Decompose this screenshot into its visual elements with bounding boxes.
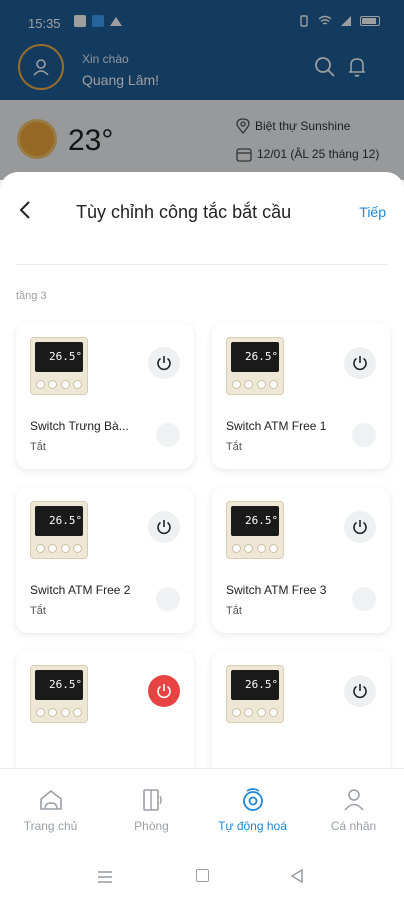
switch-thumbnail-icon: 26.5°	[30, 665, 88, 723]
device-card[interactable]: 26.5°	[16, 651, 194, 768]
power-button[interactable]	[148, 675, 180, 707]
bridge-switch-sheet: Tùy chỉnh công tắc bắt cầu Tiếp tầng 3 2…	[0, 172, 404, 768]
power-button[interactable]	[148, 347, 180, 379]
thumbnail-screen: 26.5°	[231, 342, 279, 372]
nav-home[interactable]: Trang chủ	[0, 769, 101, 852]
power-button[interactable]	[344, 347, 376, 379]
device-card[interactable]: 26.5°	[212, 651, 390, 768]
device-card[interactable]: 26.5° Switch ATM Free 1 Tắt	[212, 323, 390, 469]
device-state: Tắt	[30, 441, 46, 453]
modal-overlay[interactable]	[0, 0, 404, 180]
nav-automation[interactable]: Tự động hoá	[202, 769, 303, 852]
switch-thumbnail-icon: 26.5°	[30, 337, 88, 395]
header-divider	[16, 264, 388, 265]
back-arrow-icon[interactable]	[14, 198, 38, 222]
device-card[interactable]: 26.5° Switch Trưng Bà... Tắt	[16, 323, 194, 469]
sheet-title: Tùy chỉnh công tắc bắt cầu	[76, 202, 292, 222]
select-radio[interactable]	[352, 587, 376, 611]
next-button[interactable]: Tiếp	[359, 204, 386, 220]
power-icon	[353, 356, 367, 371]
home-square-icon[interactable]	[196, 869, 209, 882]
nav-rooms-label: Phòng	[134, 819, 169, 833]
thumbnail-screen: 26.5°	[231, 506, 279, 536]
power-icon	[157, 520, 171, 535]
door-icon	[142, 789, 162, 811]
switch-thumbnail-icon: 26.5°	[30, 501, 88, 559]
device-name: Switch Trưng Bà...	[30, 419, 129, 433]
power-icon	[353, 520, 367, 535]
select-radio[interactable]	[352, 423, 376, 447]
switch-thumbnail-icon: 26.5°	[226, 501, 284, 559]
power-button[interactable]	[344, 675, 376, 707]
device-card[interactable]: 26.5° Switch ATM Free 2 Tắt	[16, 487, 194, 633]
nav-profile-label: Cá nhân	[330, 819, 377, 833]
nav-home-label: Trang chủ	[23, 819, 78, 833]
thumbnail-screen: 26.5°	[35, 670, 83, 700]
power-button[interactable]	[344, 511, 376, 543]
device-card[interactable]: 26.5° Switch ATM Free 3 Tắt	[212, 487, 390, 633]
nav-automation-label: Tự động hoá	[218, 819, 287, 833]
nav-rooms[interactable]: Phòng	[101, 769, 202, 852]
device-state: Tắt	[226, 605, 242, 617]
switch-thumbnail-icon: 26.5°	[226, 665, 284, 723]
home-icon	[39, 789, 62, 810]
power-button[interactable]	[148, 511, 180, 543]
thumbnail-screen: 26.5°	[231, 670, 279, 700]
thumbnail-screen: 26.5°	[35, 342, 83, 372]
device-name: Switch ATM Free 3	[226, 583, 327, 597]
device-state: Tắt	[226, 441, 242, 453]
power-icon	[157, 356, 171, 371]
select-radio[interactable]	[156, 587, 180, 611]
device-name: Switch ATM Free 1	[226, 419, 327, 433]
power-icon	[157, 684, 171, 699]
floor-section-label: tầng 3	[16, 290, 47, 302]
device-name: Switch ATM Free 2	[30, 583, 131, 597]
select-radio[interactable]	[156, 423, 180, 447]
automation-icon	[242, 788, 263, 811]
thumbnail-screen: 26.5°	[35, 506, 83, 536]
bottom-navigation: Trang chủ Phòng Tự động hoá Cá nhân	[0, 768, 404, 852]
power-icon	[353, 684, 367, 699]
sheet-header: Tùy chỉnh công tắc bắt cầu Tiếp	[0, 172, 404, 262]
system-navigation-bar	[0, 852, 404, 900]
device-state: Tắt	[30, 605, 46, 617]
nav-profile[interactable]: Cá nhân	[303, 769, 404, 852]
menu-icon[interactable]	[97, 870, 113, 884]
person-icon	[343, 789, 364, 811]
back-triangle-icon[interactable]	[290, 868, 304, 884]
switch-thumbnail-icon: 26.5°	[226, 337, 284, 395]
